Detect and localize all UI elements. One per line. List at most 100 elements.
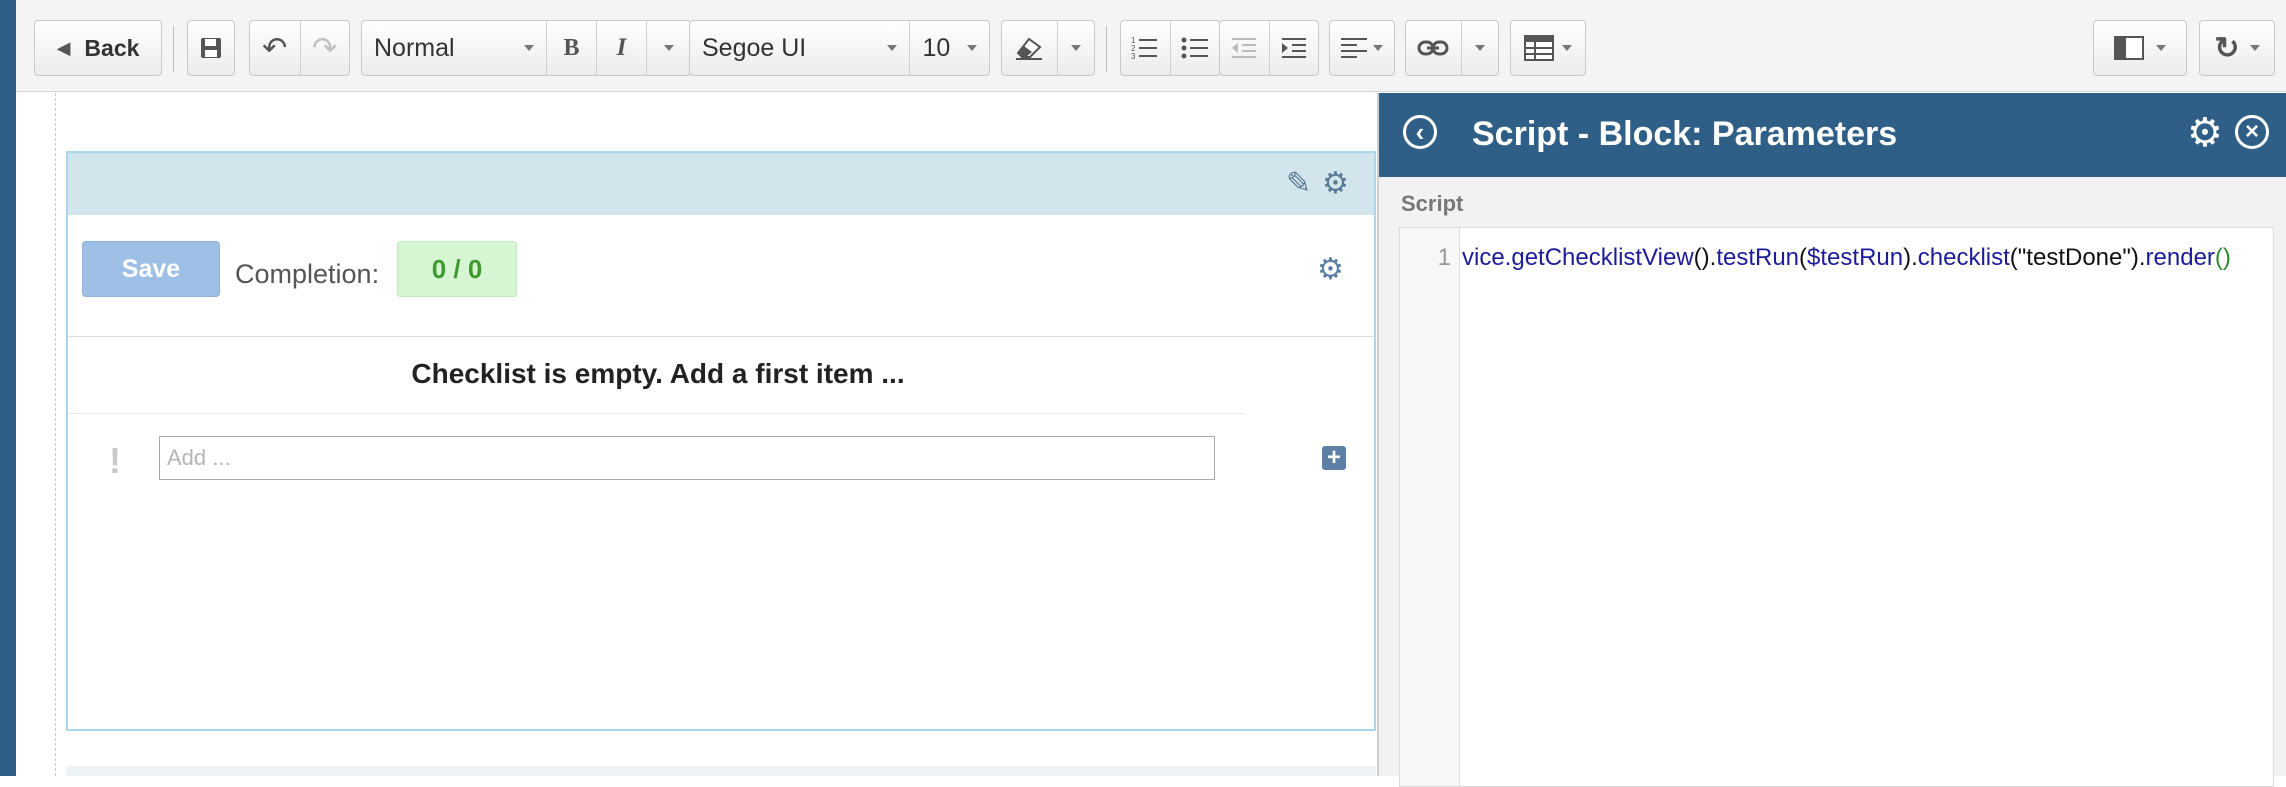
layout-dropdown[interactable]	[2093, 20, 2187, 76]
save-label: Save	[121, 254, 181, 283]
list-group: 123	[1120, 20, 1220, 76]
editor-toolbar: ◀ Back ↶ ↷ Normal B I Segoe UI 10 1 2 3 …	[16, 0, 2286, 92]
code-token: ().	[1693, 244, 1717, 271]
panel-title: Script - Block: Parameters	[1472, 115, 1898, 153]
chevron-left-icon: ◀	[56, 37, 71, 58]
completion-label: Completion:	[235, 259, 380, 289]
clear-format-dropdown[interactable]	[1056, 21, 1094, 75]
italic-icon: I	[616, 34, 627, 61]
align-left-icon	[1341, 38, 1367, 58]
completion-value: 0 / 0	[431, 253, 483, 284]
panel-gear-icon[interactable]: ⚙	[2187, 113, 2223, 153]
line-number-gutter: 1	[1400, 228, 1460, 786]
code-token: $testRun	[1807, 244, 1904, 271]
link-group	[1405, 20, 1499, 76]
align-dropdown[interactable]	[1329, 20, 1395, 76]
ordered-list-button[interactable]: 123	[1121, 21, 1170, 75]
code-token: ()	[2214, 244, 2231, 271]
table-dropdown[interactable]	[1510, 20, 1586, 76]
chevron-down-icon	[1373, 45, 1383, 51]
toolbar-separator	[173, 26, 174, 72]
outdent-button[interactable]	[1220, 21, 1269, 75]
code-token: ("testDone").	[2009, 244, 2146, 271]
checklist-block: ✎ ⚙ Save Completion: 0 / 0 ⚙ Checklist i…	[66, 151, 1376, 731]
block-header: ✎ ⚙	[68, 153, 1374, 215]
bullet-list-icon	[1181, 37, 1208, 59]
bold-icon: B	[563, 34, 580, 61]
panel-header: ‹ Script - Block: Parameters ⚙ ×	[1379, 93, 2286, 177]
columns-layout-icon	[2114, 36, 2144, 60]
chevron-down-icon	[1070, 45, 1081, 51]
gear-icon[interactable]: ⚙	[1322, 169, 1349, 199]
priority-exclamation-icon[interactable]: !	[109, 440, 121, 482]
script-section-label: Script	[1401, 191, 1464, 216]
link-icon	[1417, 40, 1449, 56]
chevron-down-icon	[2249, 45, 2260, 51]
bullet-list-button[interactable]	[1169, 21, 1219, 75]
code-token: render	[2145, 244, 2215, 271]
toolbar-separator	[1106, 26, 1107, 72]
chevron-down-icon	[1474, 45, 1485, 51]
divider	[68, 336, 1374, 337]
completion-badge: 0 / 0	[397, 241, 517, 297]
checklist-settings-gear-icon[interactable]: ⚙	[1317, 255, 1344, 285]
svg-text:3: 3	[1131, 52, 1136, 61]
undo-redo-group: ↶ ↷	[249, 20, 350, 76]
code-token: vice.getChecklistView	[1462, 244, 1694, 271]
close-circle-icon[interactable]: ×	[2235, 115, 2269, 149]
indent-button[interactable]	[1268, 21, 1318, 75]
back-label: Back	[84, 34, 140, 61]
refresh-icon: ↻	[2214, 31, 2240, 65]
font-family-select[interactable]: Segoe UI	[690, 21, 909, 75]
next-block-edge	[66, 766, 1376, 776]
code-token: (	[1799, 244, 1808, 271]
paragraph-style-value: Normal	[374, 33, 455, 62]
link-dropdown[interactable]	[1460, 21, 1498, 75]
eraser-icon	[1016, 37, 1043, 60]
clear-formatting-button[interactable]	[1002, 21, 1057, 75]
clear-format-group	[1001, 20, 1095, 76]
undo-button[interactable]: ↶	[250, 21, 300, 75]
indent-icon	[1281, 38, 1306, 58]
font-family-value: Segoe UI	[702, 33, 807, 62]
insert-link-button[interactable]	[1406, 21, 1461, 75]
ordered-list-icon: 123	[1131, 36, 1158, 61]
font-size-select[interactable]: 10	[909, 21, 989, 75]
line-number: 1	[1437, 244, 1451, 271]
font-group: Segoe UI 10	[689, 20, 990, 76]
indent-group	[1219, 20, 1319, 76]
pencil-icon[interactable]: ✎	[1286, 169, 1311, 199]
font-size-value: 10	[922, 33, 951, 62]
code-line[interactable]: vice.getChecklistView().testRun($testRun…	[1462, 244, 2231, 272]
code-editor[interactable]: 1 vice.getChecklistView().testRun($testR…	[1399, 227, 2274, 787]
chevron-down-icon	[2156, 45, 2166, 51]
paragraph-style-select[interactable]: Normal	[362, 21, 546, 75]
redo-icon: ↷	[312, 31, 338, 65]
more-styles-dropdown[interactable]	[646, 21, 690, 75]
page-margin-guide	[55, 93, 56, 776]
chevron-down-icon	[1562, 45, 1572, 51]
code-token: testRun	[1716, 244, 1800, 271]
add-item-input[interactable]: Add ...	[159, 436, 1215, 480]
floppy-disk-icon	[201, 38, 221, 58]
chevron-down-icon	[887, 45, 898, 51]
italic-button[interactable]: I	[596, 21, 646, 75]
refresh-dropdown[interactable]: ↻	[2199, 20, 2275, 76]
add-item-placeholder: Add ...	[167, 445, 231, 470]
divider	[68, 413, 1244, 414]
add-item-plus-icon[interactable]: +	[1322, 446, 1346, 470]
code-token: ).	[1903, 244, 1918, 271]
code-token: checklist	[1917, 244, 2010, 271]
back-button[interactable]: ◀ Back	[34, 20, 162, 76]
chevron-down-icon	[524, 45, 534, 51]
save-button[interactable]: Save	[82, 241, 220, 297]
left-edge-strip	[0, 0, 16, 776]
formatting-group: Normal B I	[361, 20, 691, 76]
back-circle-icon[interactable]: ‹	[1403, 115, 1437, 149]
save-icon-button[interactable]	[187, 20, 235, 76]
outdent-icon	[1232, 38, 1257, 58]
table-icon	[1524, 35, 1554, 61]
redo-button[interactable]: ↷	[299, 21, 350, 75]
chevron-down-icon	[967, 45, 977, 51]
bold-button[interactable]: B	[546, 21, 596, 75]
